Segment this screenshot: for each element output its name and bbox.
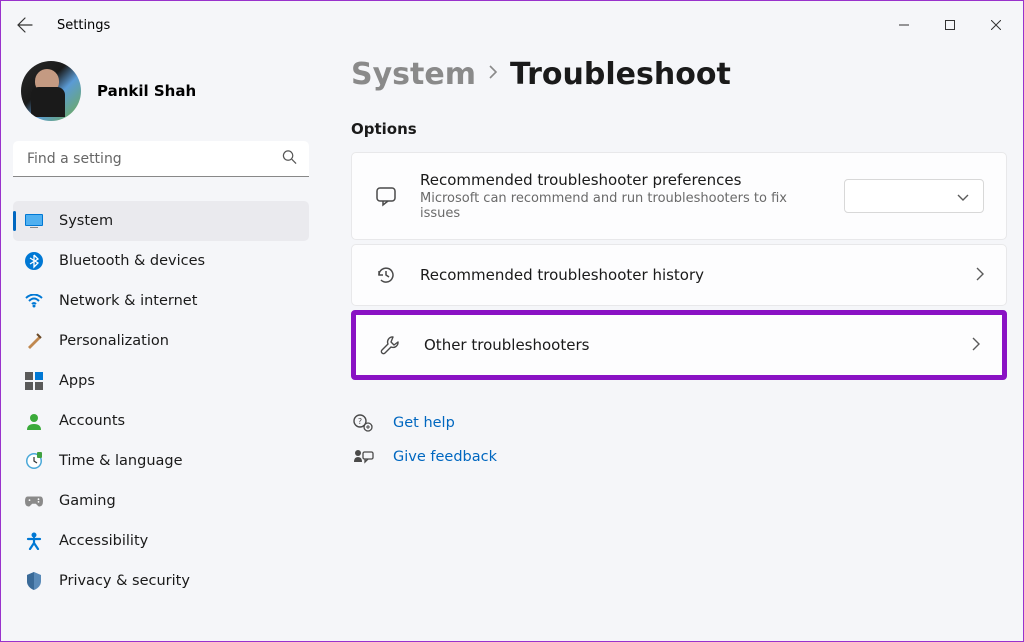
person-icon: [25, 412, 43, 430]
sidebar-item-accounts[interactable]: Accounts: [13, 401, 309, 441]
sidebar-item-label: Accounts: [59, 413, 125, 429]
card-troubleshooter-history[interactable]: Recommended troubleshooter history: [351, 244, 1007, 306]
search-icon: [282, 150, 297, 169]
sidebar-item-label: Network & internet: [59, 293, 197, 309]
feedback-icon: [351, 448, 375, 466]
give-feedback-label: Give feedback: [393, 449, 497, 465]
titlebar: Settings: [1, 1, 1023, 49]
back-button[interactable]: [5, 5, 45, 45]
svg-text:?: ?: [358, 417, 362, 426]
search-input[interactable]: [13, 141, 309, 177]
sidebar-item-label: Apps: [59, 373, 95, 389]
footer-links: ? Get help Give feedback: [351, 406, 1007, 474]
window-controls: [881, 9, 1019, 41]
minimize-button[interactable]: [881, 9, 927, 41]
sidebar-item-accessibility[interactable]: Accessibility: [13, 521, 309, 561]
sidebar-item-privacy[interactable]: Privacy & security: [13, 561, 309, 601]
chevron-right-icon: [976, 266, 984, 285]
get-help-label: Get help: [393, 415, 455, 431]
chevron-right-icon: [972, 336, 980, 355]
history-icon: [374, 263, 398, 287]
card-title: Recommended troubleshooter history: [420, 266, 954, 284]
back-arrow-icon: [17, 17, 33, 33]
close-button[interactable]: [973, 9, 1019, 41]
sidebar-item-personalization[interactable]: Personalization: [13, 321, 309, 361]
wifi-icon: [25, 292, 43, 310]
sidebar-item-label: Time & language: [59, 453, 183, 469]
avatar: [21, 61, 81, 121]
breadcrumb-parent[interactable]: System: [351, 57, 476, 92]
search-box: [13, 141, 309, 177]
sidebar-item-label: Privacy & security: [59, 573, 190, 589]
maximize-button[interactable]: [927, 9, 973, 41]
preferences-dropdown[interactable]: [844, 179, 984, 213]
card-other-troubleshooters[interactable]: Other troubleshooters: [356, 315, 1002, 375]
accessibility-icon: [25, 532, 43, 550]
chevron-down-icon: [957, 187, 969, 206]
nav-list: System Bluetooth & devices Network & int…: [13, 201, 309, 601]
sidebar-item-label: Personalization: [59, 333, 169, 349]
sidebar-item-label: Accessibility: [59, 533, 148, 549]
brush-icon: [25, 332, 43, 350]
sidebar-item-time[interactable]: Time & language: [13, 441, 309, 481]
sidebar-item-label: System: [59, 213, 113, 229]
sidebar-item-apps[interactable]: Apps: [13, 361, 309, 401]
sidebar: Pankil Shah System Bluetooth & devices N…: [1, 49, 321, 641]
sidebar-item-label: Bluetooth & devices: [59, 253, 205, 269]
user-name: Pankil Shah: [97, 82, 196, 100]
wrench-icon: [378, 333, 402, 357]
card-subtitle: Microsoft can recommend and run troubles…: [420, 191, 822, 221]
highlight-box: Other troubleshooters: [351, 310, 1007, 380]
get-help-link[interactable]: ? Get help: [351, 406, 1007, 440]
help-icon: ?: [351, 414, 375, 432]
card-title: Other troubleshooters: [424, 336, 589, 354]
sidebar-item-network[interactable]: Network & internet: [13, 281, 309, 321]
shield-icon: [25, 572, 43, 590]
sidebar-item-bluetooth[interactable]: Bluetooth & devices: [13, 241, 309, 281]
give-feedback-link[interactable]: Give feedback: [351, 440, 1007, 474]
apps-icon: [25, 372, 43, 390]
breadcrumb-current: Troubleshoot: [510, 57, 731, 92]
bluetooth-icon: [25, 252, 43, 270]
system-icon: [25, 212, 43, 230]
clock-icon: [25, 452, 43, 470]
gamepad-icon: [25, 492, 43, 510]
main-content: System Troubleshoot Options Recommended …: [321, 49, 1023, 641]
app-title: Settings: [57, 18, 110, 33]
breadcrumb: System Troubleshoot: [351, 57, 1007, 92]
speech-icon: [374, 184, 398, 208]
sidebar-item-gaming[interactable]: Gaming: [13, 481, 309, 521]
section-title: Options: [351, 120, 1007, 138]
profile[interactable]: Pankil Shah: [13, 49, 309, 141]
card-troubleshooter-preferences[interactable]: Recommended troubleshooter preferences M…: [351, 152, 1007, 240]
sidebar-item-label: Gaming: [59, 493, 116, 509]
card-title: Recommended troubleshooter preferences: [420, 171, 822, 189]
chevron-right-icon: [488, 64, 498, 85]
sidebar-item-system[interactable]: System: [13, 201, 309, 241]
